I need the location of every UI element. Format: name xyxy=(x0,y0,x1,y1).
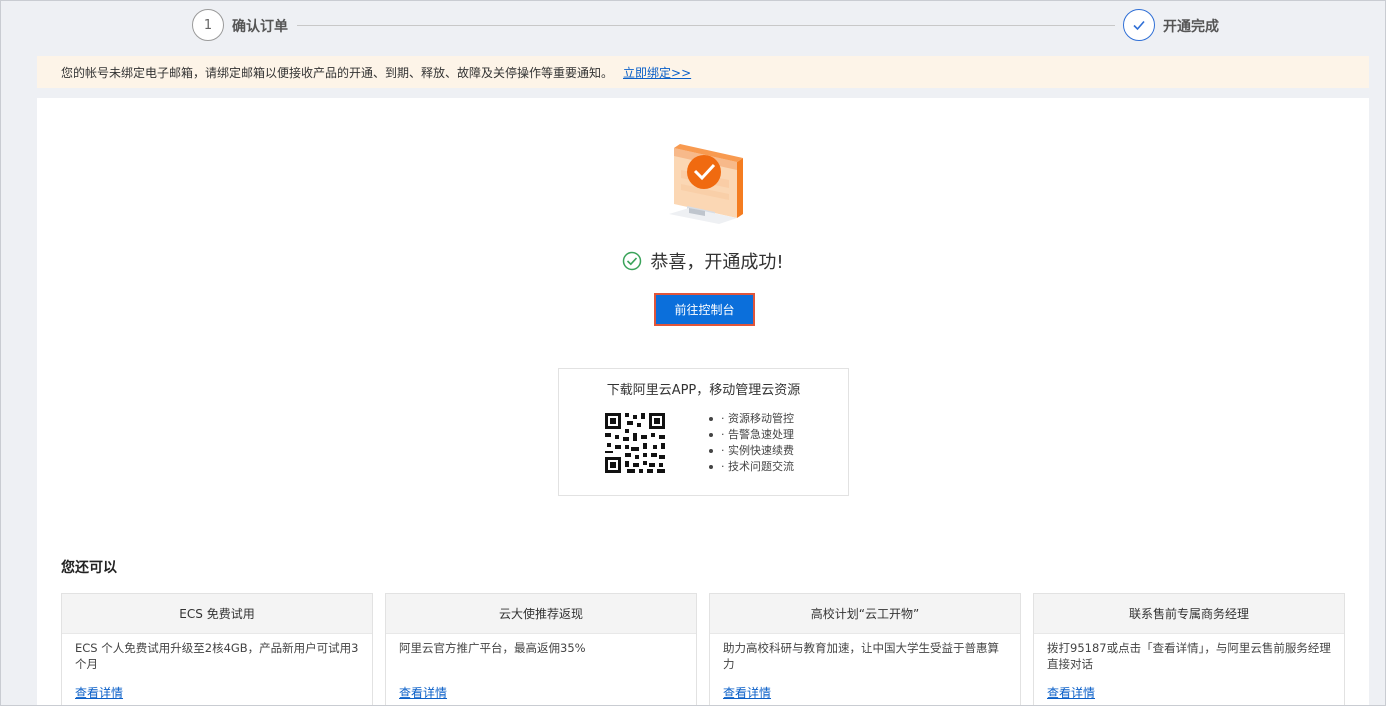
recommend-cards: ECS 免费试用 ECS 个人免费试用升级至2核4GB，产品新用户可试用3个月 … xyxy=(61,593,1347,706)
card-title: 联系售前专属商务经理 xyxy=(1034,594,1344,634)
card-desc: ECS 个人免费试用升级至2核4GB，产品新用户可试用3个月 xyxy=(75,641,359,671)
app-feature-list: · 资源移动管控 · 告警急速处理 · 实例快速续费 · 技术问题交流 xyxy=(709,411,794,475)
also-section-title: 您还可以 xyxy=(61,560,117,576)
card-details-link[interactable]: 查看详情 xyxy=(399,684,447,701)
step-1-number: 1 xyxy=(203,17,213,33)
success-check-icon xyxy=(623,251,642,271)
list-item: · 告警急速处理 xyxy=(709,427,794,443)
go-to-console-button[interactable]: 前往控制台 xyxy=(654,293,755,326)
card-details-link[interactable]: 查看详情 xyxy=(723,684,771,701)
step-connector xyxy=(297,25,1115,26)
progress-steps: 1 确认订单 开通完成 xyxy=(0,0,1386,52)
list-item: · 实例快速续费 xyxy=(709,443,794,459)
notice-text: 您的帐号未绑定电子邮箱，请绑定邮箱以便接收产品的开通、到期、释放、故障及关停操作… xyxy=(61,65,614,80)
card-university: 高校计划“云工开物” 助力高校科研与教育加速，让中国大学生受益于普惠算力 查看详… xyxy=(709,593,1021,706)
monitor-success-illustration xyxy=(669,144,743,224)
step-1-label: 确认订单 xyxy=(232,19,288,35)
list-item: · 技术问题交流 xyxy=(709,459,794,475)
card-ecs-trial: ECS 免费试用 ECS 个人免费试用升级至2核4GB，产品新用户可试用3个月 … xyxy=(61,593,373,706)
success-text: 恭喜，开通成功! xyxy=(650,252,784,273)
card-details-link[interactable]: 查看详情 xyxy=(1047,684,1095,701)
card-title: 云大使推荐返现 xyxy=(386,594,696,634)
check-icon xyxy=(1133,20,1145,31)
step-1-circle: 1 xyxy=(192,9,224,41)
email-notice-banner: 您的帐号未绑定电子邮箱，请绑定邮箱以便接收产品的开通、到期、释放、故障及关停操作… xyxy=(37,56,1369,88)
app-download-title: 下载阿里云APP，移动管理云资源 xyxy=(606,383,801,398)
bind-email-link[interactable]: 立即绑定>> xyxy=(623,64,691,81)
qr-code-icon xyxy=(603,411,667,475)
app-download-box: 下载阿里云APP，移动管理云资源 · 资源移动管控 · 告警急速处理 · 实例快… xyxy=(558,368,849,496)
card-details-link[interactable]: 查看详情 xyxy=(75,684,123,701)
card-title: ECS 免费试用 xyxy=(62,594,372,634)
main-panel: 恭喜，开通成功! 前往控制台 下载阿里云APP，移动管理云资源 · 资源移动管控… xyxy=(37,98,1369,706)
card-ambassador: 云大使推荐返现 阿里云官方推广平台，最高返佣35% 查看详情 xyxy=(385,593,697,706)
card-desc: 助力高校科研与教育加速，让中国大学生受益于普惠算力 xyxy=(723,641,999,671)
step-2-label: 开通完成 xyxy=(1163,19,1219,35)
card-title: 高校计划“云工开物” xyxy=(710,594,1020,634)
list-item: · 资源移动管控 xyxy=(709,411,794,427)
card-sales-manager: 联系售前专属商务经理 拨打95187或点击「查看详情」，与阿里云售前服务经理直接… xyxy=(1033,593,1345,706)
card-desc: 拨打95187或点击「查看详情」，与阿里云售前服务经理直接对话 xyxy=(1047,641,1331,671)
step-2-circle xyxy=(1123,9,1155,41)
success-message: 恭喜，开通成功! xyxy=(37,248,1369,274)
card-desc: 阿里云官方推广平台，最高返佣35% xyxy=(399,641,586,655)
